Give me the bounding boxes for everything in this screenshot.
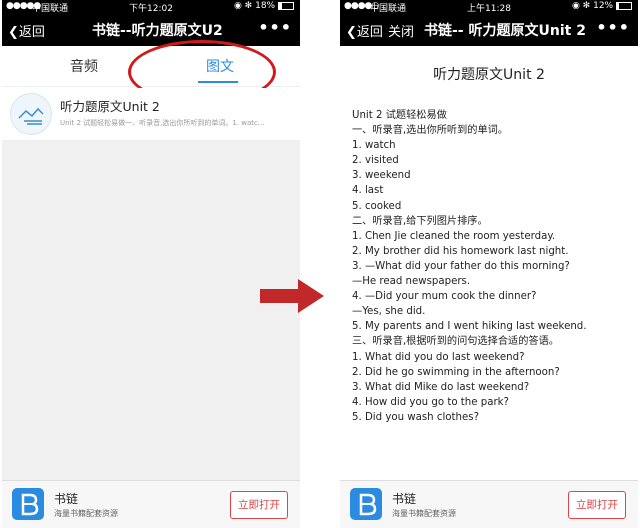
chevron-left-icon: ❮ [346,25,357,40]
app-name: 书链 [392,492,417,506]
arrow-right-icon [260,279,324,313]
open-app-button[interactable]: 立即打开 [230,491,288,519]
left-phone-screen: ●●●●● 中国联通 下午12:02 ◉ ✻ 18% ❮返回 书链--听力题原文… [2,0,300,528]
list-item-title: 听力题原文Unit 2 [60,99,160,114]
article-line: 5. My parents and I went hiking last wee… [352,321,587,333]
tab-audio[interactable]: 音频 [70,56,98,76]
app-description: 海量书籍配套资源 [54,509,118,518]
open-app-button[interactable]: 立即打开 [568,491,626,519]
app-logo-icon [350,488,382,520]
app-description: 海量书籍配套资源 [392,509,456,518]
empty-content-area [2,141,300,480]
more-menu-icon[interactable]: ••• [258,18,292,37]
app-banner: 书链 海量书籍配套资源 立即打开 [2,480,300,528]
app-banner: 书链 海量书籍配套资源 立即打开 [340,480,638,528]
battery-icon [278,1,294,10]
list-item-subtitle: Unit 2 试题轻松易做一、听录音,选出你所听到的单词。1. watc... [60,119,265,127]
right-phone-screen: ●●●●○ 中国联通 上午11:28 ◉ ✻ 12% ❮返回 关闭 书链-- 听… [340,0,638,528]
status-extra-icons: ◉ ✻ [233,1,253,11]
article-line: 二、听录音,给下列图片排序。 [352,215,488,227]
status-bar: ●●●●● 中国联通 下午12:02 ◉ ✻ 18% [2,0,300,14]
article-line: 1. Chen Jie cleaned the room yesterday. [352,230,556,242]
list-item[interactable]: 听力题原文Unit 2 Unit 2 试题轻松易做一、听录音,选出你所听到的单词… [2,88,300,141]
article-line: 一、听录音,选出你所听到的单词。 [352,125,509,137]
article-line: 1. What did you do last weekend? [352,351,525,363]
battery-percent: 12% [593,1,614,11]
article-line: 2. visited [352,155,399,167]
article-body: Unit 2 试题轻松易做一、听录音,选出你所听到的单词。 1. watch 2. … [352,108,632,425]
article-line: Unit 2 试题轻松易做 [352,110,447,121]
page-title: 书链--听力题原文U2 [92,23,223,39]
nav-bar: ❮返回 书链--听力题原文U2 ••• [2,14,300,46]
back-label: 返回 [18,25,45,40]
article-content: 听力题原文Unit 2 Unit 2 试题轻松易做一、听录音,选出你所听到的单词… [340,46,638,480]
app-logo-icon [12,488,44,520]
chevron-left-icon: ❮ [8,25,19,40]
battery-percent: 18% [255,1,276,11]
page-title: 书链-- 听力题原文Unit 2 [424,23,586,39]
status-extra-icons: ◉ ✻ [571,1,591,11]
article-line: 4. How did you go to the park? [352,396,509,408]
article-line: 5. Did you wash clothes? [352,411,479,423]
article-line: 4. —Did your mum cook the dinner? [352,291,537,303]
back-label: 返回 [356,25,383,40]
article-line: 4. last [352,185,384,197]
article-line: 2. My brother did his homework last nigh… [352,245,569,257]
nav-bar: ❮返回 关闭 书链-- 听力题原文Unit 2 ••• [340,14,638,46]
article-line: 2. Did he go swimming in the afternoon? [352,366,560,378]
article-line: 1. watch [352,140,396,152]
close-button[interactable]: 关闭 [388,21,414,40]
app-name: 书链 [54,492,79,506]
article-line: 5. cooked [352,200,402,212]
battery-indicator: ◉ ✻ 18% [234,1,294,11]
status-bar: ●●●●○ 中国联通 上午11:28 ◉ ✻ 12% [340,0,638,14]
battery-indicator: ◉ ✻ 12% [572,1,632,11]
back-button[interactable]: ❮返回 [8,21,45,40]
article-line: 3. What did Mike do last weekend? [352,381,530,393]
battery-icon [616,1,632,10]
article-line: 三、听录音,根据听到的问句选择合适的答语。 [352,336,559,348]
article-line: 3. —What did your father do this morning… [352,260,570,272]
article-line: —He read newspapers. [352,276,471,288]
more-menu-icon[interactable]: ••• [596,18,630,37]
article-line: 3. weekend [352,170,411,182]
back-button[interactable]: ❮返回 [346,21,383,40]
article-title: 听力题原文Unit 2 [433,67,545,83]
article-line: —Yes, she did. [352,306,426,318]
article-thumbnail-icon [10,93,52,135]
